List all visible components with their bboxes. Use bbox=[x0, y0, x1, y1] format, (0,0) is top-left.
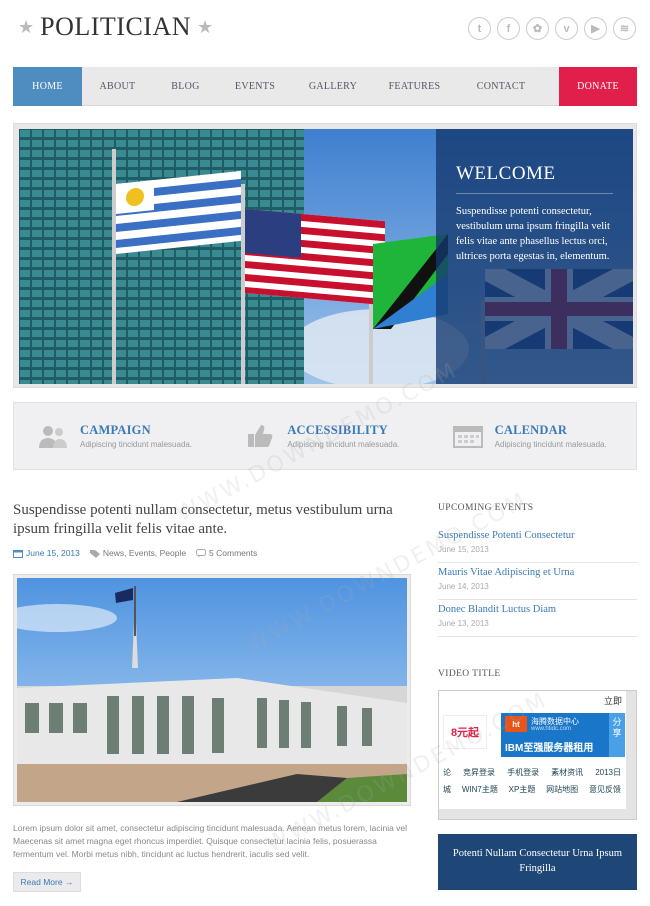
nav-about[interactable]: ABOUT bbox=[82, 67, 153, 106]
parliament-image bbox=[17, 578, 407, 802]
vimeo-icon[interactable]: v bbox=[555, 17, 578, 40]
calendar-icon bbox=[452, 423, 483, 449]
hero-slider: WELCOME Suspendisse potenti consectetur,… bbox=[13, 123, 637, 388]
event-title[interactable]: Mauris Vitae Adipiscing et Urna bbox=[438, 567, 637, 578]
welcome-title: WELCOME bbox=[456, 163, 613, 194]
post-excerpt: Lorem ipsum dolor sit amet, consectetur … bbox=[13, 823, 408, 859]
welcome-text: Suspendisse potenti consectetur, vestibu… bbox=[456, 206, 610, 262]
star-icon: ★ bbox=[18, 17, 35, 37]
post-tags[interactable]: News, Events, People bbox=[89, 548, 186, 558]
event-date: June 15, 2013 bbox=[438, 545, 489, 554]
post-comments[interactable]: 5 Comments bbox=[196, 548, 257, 558]
ad-url: www.htidc.com bbox=[531, 726, 572, 732]
sidebar-promo[interactable]: Potenti Nullam Consectetur Urna Ipsum Fr… bbox=[438, 834, 637, 890]
nav-contact[interactable]: CONTACT bbox=[455, 67, 547, 106]
youtube-icon[interactable]: ▶ bbox=[584, 17, 607, 40]
features-bar: CAMPAIGN Adipiscing tincidunt malesuada.… bbox=[13, 402, 637, 470]
rss-icon[interactable]: ≋ bbox=[613, 17, 636, 40]
feature-desc: Adipiscing tincidunt malesuada. bbox=[287, 440, 400, 449]
feature-desc: Adipiscing tincidunt malesuada. bbox=[494, 440, 607, 449]
feature-calendar[interactable]: CALENDAR Adipiscing tincidunt malesuada. bbox=[429, 403, 636, 469]
feature-title: CALENDAR bbox=[494, 423, 568, 437]
read-more-button[interactable]: Read More → bbox=[13, 872, 81, 892]
event-item[interactable]: Suspendisse Potenti Consectetur June 15,… bbox=[438, 526, 637, 563]
feature-campaign[interactable]: CAMPAIGN Adipiscing tincidunt malesuada. bbox=[14, 403, 221, 469]
social-links: t f ✿ v ▶ ≋ bbox=[468, 17, 636, 40]
event-item[interactable]: Donec Blandit Luctus Diam June 13, 2013 bbox=[438, 600, 637, 637]
feature-desc: Adipiscing tincidunt malesuada. bbox=[80, 440, 193, 449]
post-image[interactable] bbox=[13, 574, 411, 806]
horizontal-scrollbar[interactable] bbox=[439, 809, 636, 819]
post-date: June 15, 2013 bbox=[13, 548, 80, 558]
event-item[interactable]: Mauris Vitae Adipiscing et Urna June 14,… bbox=[438, 563, 637, 600]
event-date: June 14, 2013 bbox=[438, 582, 489, 591]
feature-title: CAMPAIGN bbox=[80, 423, 151, 437]
welcome-panel: WELCOME Suspendisse potenti consectetur,… bbox=[436, 129, 633, 384]
nav-home[interactable]: HOME bbox=[13, 67, 82, 106]
star-icon: ★ bbox=[197, 17, 214, 37]
promo-badge: 8元起 bbox=[443, 715, 487, 749]
video-links-row: 城 WIN7主题 XP主题 网站地图 意见反馈 bbox=[443, 785, 621, 794]
vertical-scrollbar[interactable] bbox=[626, 691, 636, 809]
video-widget[interactable]: 立即 8元起 ht 海腾数据中心 www.htidc.com IBM至强服务器租… bbox=[438, 690, 637, 820]
feature-title: ACCESSIBILITY bbox=[287, 423, 388, 437]
ad-banner[interactable]: ht 海腾数据中心 www.htidc.com IBM至强服务器租用 bbox=[501, 713, 609, 757]
upcoming-events-heading: UPCOMING EVENTS bbox=[438, 503, 534, 513]
event-date: June 13, 2013 bbox=[438, 619, 489, 628]
calendar-icon bbox=[13, 549, 23, 558]
dribbble-icon[interactable]: ✿ bbox=[526, 17, 549, 40]
video-heading: VIDEO TITLE bbox=[438, 669, 501, 679]
nav-blog[interactable]: BLOG bbox=[153, 67, 218, 106]
ad-slogan: IBM至强服务器租用 bbox=[505, 743, 594, 754]
thumbs-up-icon bbox=[245, 423, 275, 449]
main-nav: HOME ABOUT BLOG EVENTS GALLERY FEATURES … bbox=[13, 67, 637, 106]
events-list: Suspendisse Potenti Consectetur June 15,… bbox=[438, 526, 637, 637]
video-top-link[interactable]: 立即 bbox=[604, 694, 622, 707]
nav-events[interactable]: EVENTS bbox=[218, 67, 292, 106]
event-title[interactable]: Donec Blandit Luctus Diam bbox=[438, 604, 637, 615]
feature-accessibility[interactable]: ACCESSIBILITY Adipiscing tincidunt males… bbox=[221, 403, 428, 469]
twitter-icon[interactable]: t bbox=[468, 17, 491, 40]
comment-icon bbox=[196, 548, 207, 557]
logo-text: POLITICIAN bbox=[40, 12, 192, 41]
facebook-icon[interactable]: f bbox=[497, 17, 520, 40]
tag-icon bbox=[89, 549, 100, 558]
video-links-row: 论竞昇登录 手机登录 素材资讯 2013日 bbox=[443, 768, 621, 777]
event-title[interactable]: Suspendisse Potenti Consectetur bbox=[438, 530, 637, 541]
post-title[interactable]: Suspendisse potenti nullam consectetur, … bbox=[13, 501, 413, 539]
people-icon bbox=[38, 423, 68, 449]
post-meta: June 15, 2013 News, Events, People 5 Com… bbox=[13, 548, 257, 558]
ad-logo-icon: ht bbox=[505, 716, 527, 732]
share-tab[interactable]: 分享 bbox=[609, 713, 625, 757]
nav-gallery[interactable]: GALLERY bbox=[292, 67, 374, 106]
donate-button[interactable]: DONATE bbox=[559, 67, 637, 106]
logo[interactable]: ★ POLITICIAN ★ bbox=[18, 12, 213, 42]
nav-features[interactable]: FEATURES bbox=[374, 67, 455, 106]
